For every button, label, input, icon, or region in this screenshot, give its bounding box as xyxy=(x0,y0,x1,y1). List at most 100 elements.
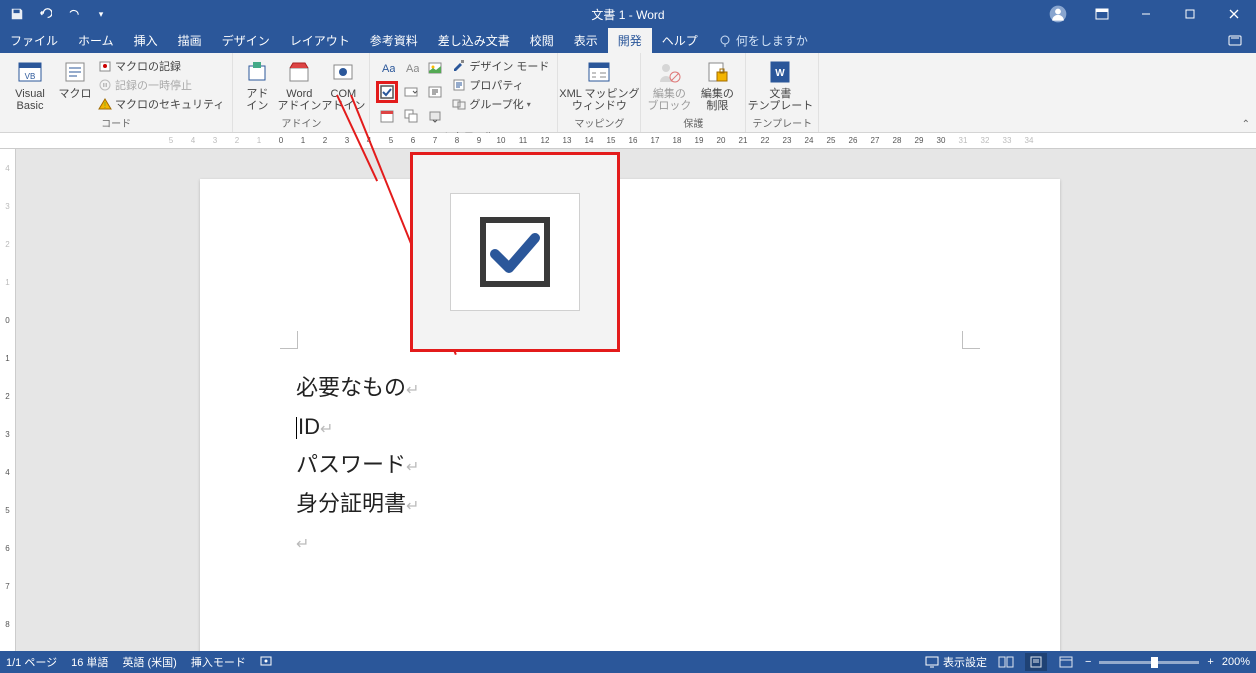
vb-icon: VB xyxy=(16,58,44,86)
display-settings[interactable]: 表示設定 xyxy=(925,654,987,670)
group-icon xyxy=(452,97,466,111)
svg-text:Aa: Aa xyxy=(382,63,395,75)
close-button[interactable] xyxy=(1212,0,1256,28)
tab-layout[interactable]: レイアウト xyxy=(280,28,360,53)
text-line[interactable]: ID↵ xyxy=(296,408,419,447)
web-layout-button[interactable] xyxy=(1055,653,1077,671)
macros-icon xyxy=(61,58,89,86)
account-button[interactable] xyxy=(1036,0,1080,28)
tab-developer[interactable]: 開発 xyxy=(608,28,652,53)
text-line[interactable]: ↵ xyxy=(296,523,419,562)
tab-design[interactable]: デザイン xyxy=(212,28,280,53)
paragraph-mark-icon: ↵ xyxy=(296,536,309,553)
restrict-editing-button[interactable]: 編集の 制限 xyxy=(695,55,739,112)
tab-mailings[interactable]: 差し込み文書 xyxy=(428,28,520,53)
quick-access-toolbar: ▾ xyxy=(0,3,118,25)
tab-references[interactable]: 参考資料 xyxy=(360,28,428,53)
callout-inner xyxy=(450,193,580,311)
store-icon xyxy=(285,58,313,86)
callout-annotation xyxy=(410,152,620,352)
zoom-level[interactable]: 200% xyxy=(1222,656,1250,668)
properties-button[interactable]: プロパティ xyxy=(450,76,551,94)
title-bar: ▾ 文書 1 - Word xyxy=(0,0,1256,28)
minimize-button[interactable] xyxy=(1124,0,1168,28)
tab-help[interactable]: ヘルプ xyxy=(652,28,708,53)
design-mode-button[interactable]: デザイン モード xyxy=(450,57,551,75)
paragraph-mark-icon: ↵ xyxy=(406,459,419,476)
rich-text-control[interactable]: Aa xyxy=(376,57,398,79)
pause-icon xyxy=(98,78,112,92)
text-line[interactable]: 身分証明書↵ xyxy=(296,485,419,524)
group-addins-label: アドイン xyxy=(239,114,363,132)
text-line[interactable]: 必要なもの↵ xyxy=(296,369,419,408)
display-icon xyxy=(925,656,939,668)
share-button[interactable] xyxy=(1216,28,1256,53)
group-button[interactable]: グループ化▾ xyxy=(450,95,551,113)
properties-icon xyxy=(452,78,466,92)
com-addins-button[interactable]: COM アドイン xyxy=(323,55,363,112)
qat-customize[interactable]: ▾ xyxy=(90,3,112,25)
date-picker-control[interactable] xyxy=(376,105,398,127)
zoom-thumb[interactable] xyxy=(1151,657,1158,668)
record-macro-button[interactable]: マクロの記録 xyxy=(96,57,226,75)
template-icon: W xyxy=(766,58,794,86)
word-addins-button[interactable]: Word アドイン xyxy=(279,55,319,112)
group-mapping: XML マッピング ウィンドウ マッピング xyxy=(558,53,641,132)
read-mode-button[interactable] xyxy=(995,653,1017,671)
tab-draw[interactable]: 描画 xyxy=(168,28,212,53)
page-count[interactable]: 1/1 ページ xyxy=(6,654,57,670)
tab-insert[interactable]: 挿入 xyxy=(124,28,168,53)
tab-review[interactable]: 校閲 xyxy=(520,28,564,53)
ribbon: VB Visual Basic マクロ マクロの記録 記録の一時停止 !マクロの… xyxy=(0,53,1256,133)
page[interactable]: 必要なもの↵ ID↵ パスワード↵ 身分証明書↵ ↵ xyxy=(200,179,1060,651)
repeating-control[interactable] xyxy=(400,105,422,127)
visual-basic-button[interactable]: VB Visual Basic xyxy=(6,55,54,112)
save-button[interactable] xyxy=(6,3,28,25)
window-title: 文書 1 - Word xyxy=(591,6,664,23)
zoom-slider[interactable] xyxy=(1099,661,1199,664)
word-count[interactable]: 16 単語 xyxy=(71,654,108,670)
tab-view[interactable]: 表示 xyxy=(564,28,608,53)
picture-control[interactable] xyxy=(424,57,446,79)
document-template-button[interactable]: W文書 テンプレート xyxy=(752,55,808,112)
horizontal-ruler[interactable]: 5432101234567891011121314151617181920212… xyxy=(0,133,1256,149)
status-bar: 1/1 ページ 16 単語 英語 (米国) 挿入モード 表示設定 − + 200… xyxy=(0,651,1256,673)
restrict-icon xyxy=(703,58,731,86)
macro-recorder-status[interactable] xyxy=(260,655,272,670)
addin-icon xyxy=(243,58,271,86)
undo-button[interactable] xyxy=(34,3,56,25)
plain-text-control[interactable]: Aa xyxy=(400,57,422,79)
language-status[interactable]: 英語 (米国) xyxy=(122,654,176,670)
svg-text:VB: VB xyxy=(25,72,36,81)
xml-mapping-button[interactable]: XML マッピング ウィンドウ xyxy=(564,55,634,112)
vertical-ruler[interactable]: 4321012345678 xyxy=(0,149,16,651)
tab-home[interactable]: ホーム xyxy=(68,28,124,53)
collapse-ribbon[interactable]: ⌃ xyxy=(1242,119,1250,130)
text-line[interactable]: パスワード↵ xyxy=(296,446,419,485)
zoom-in-button[interactable]: + xyxy=(1207,656,1213,668)
lightbulb-icon xyxy=(718,34,732,48)
svg-text:W: W xyxy=(776,68,786,79)
text-cursor xyxy=(296,417,297,439)
macros-button[interactable]: マクロ xyxy=(58,55,92,100)
tab-file[interactable]: ファイル xyxy=(0,28,68,53)
ribbon-display-button[interactable] xyxy=(1080,0,1124,28)
insert-mode[interactable]: 挿入モード xyxy=(191,654,246,670)
addins-button[interactable]: アド イン xyxy=(239,55,275,112)
document-content[interactable]: 必要なもの↵ ID↵ パスワード↵ 身分証明書↵ ↵ xyxy=(296,369,419,562)
maximize-button[interactable] xyxy=(1168,0,1212,28)
crop-mark-tl xyxy=(280,331,298,349)
print-layout-button[interactable] xyxy=(1025,653,1047,671)
group-template-label: テンプレート xyxy=(752,114,812,132)
svg-text:Aa: Aa xyxy=(406,63,419,75)
group-mapping-label: マッピング xyxy=(564,114,634,132)
legacy-tools[interactable] xyxy=(424,105,446,127)
group-controls: Aa Aa デザイン モード プロパティ グループ化▾ コントロール xyxy=(370,53,558,132)
checkbox-control[interactable] xyxy=(376,81,398,103)
macro-security-button[interactable]: !マクロのセキュリティ xyxy=(96,95,226,113)
redo-button[interactable] xyxy=(62,3,84,25)
zoom-out-button[interactable]: − xyxy=(1085,656,1091,668)
dropdown-control[interactable] xyxy=(424,81,446,103)
tell-me[interactable]: 何をしますか xyxy=(708,28,818,53)
combobox-control[interactable] xyxy=(400,81,422,103)
